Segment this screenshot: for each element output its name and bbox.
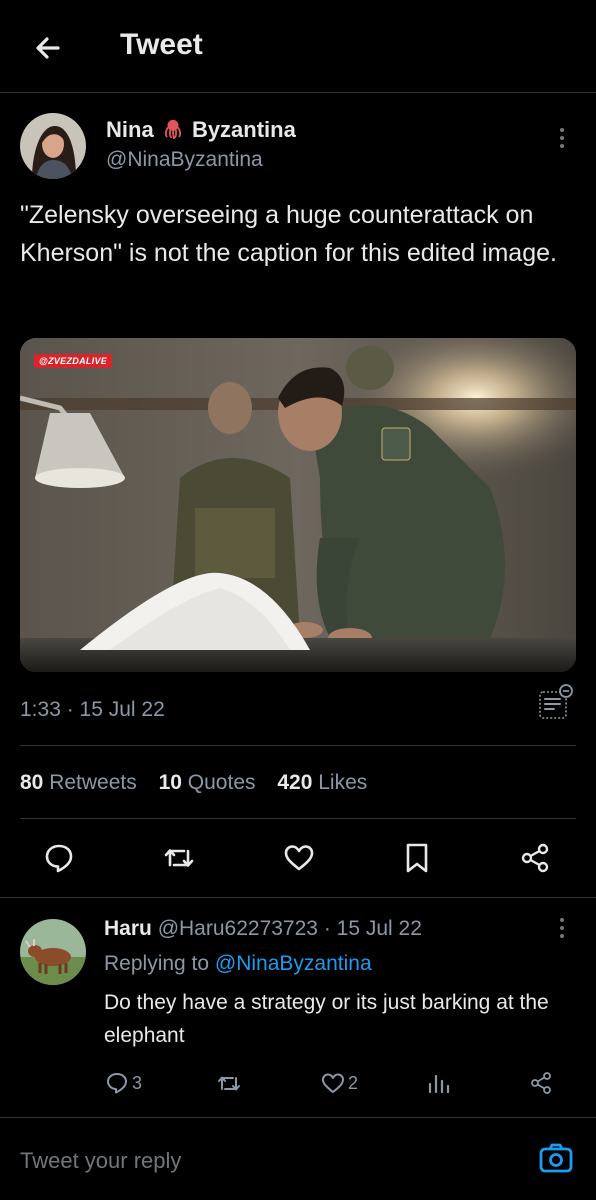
- like-icon: [322, 1073, 344, 1093]
- reply-more-options-icon[interactable]: [552, 914, 572, 944]
- camera-icon[interactable]: [538, 1140, 574, 1176]
- engagement-stats: 80 Retweets 10 Quotes 420 Likes: [20, 771, 383, 795]
- retweet-icon[interactable]: [162, 841, 196, 875]
- author-first-name: Nina: [106, 117, 154, 142]
- divider: [20, 818, 576, 819]
- reply-author-handle[interactable]: @Haru62273723: [158, 917, 318, 940]
- retweets-count: 80: [20, 771, 44, 794]
- reply-analytics-button[interactable]: [426, 1068, 452, 1098]
- quotes-stat[interactable]: 10 Quotes: [159, 771, 256, 794]
- divider: [0, 897, 596, 898]
- author-name[interactable]: Nina Byzantina: [106, 117, 296, 143]
- reply-reply-button[interactable]: 3: [104, 1068, 142, 1098]
- author-avatar[interactable]: [20, 113, 86, 179]
- tweet-text: "Zelensky overseeing a huge counterattac…: [20, 201, 557, 267]
- retweet-icon: [218, 1076, 240, 1091]
- quotes-count: 10: [158, 771, 182, 794]
- reply-author-name[interactable]: Haru: [104, 917, 152, 940]
- reply-header: Haru @Haru62273723 · 15 Jul 22: [104, 917, 422, 941]
- reply-like-button[interactable]: 2: [320, 1068, 358, 1098]
- replying-label: Replying to: [104, 952, 210, 975]
- view-analytics-icon[interactable]: [536, 682, 576, 722]
- top-app-bar: Tweet: [0, 0, 596, 93]
- tweet-image[interactable]: @ZVEZDALIVE: [20, 338, 576, 672]
- tweet-timestamp[interactable]: 1:33 · 15 Jul 22: [20, 698, 165, 722]
- reply-date[interactable]: · 15 Jul 22: [324, 917, 422, 940]
- reply-author-avatar[interactable]: [20, 919, 86, 985]
- share-icon: [531, 1072, 551, 1094]
- author-handle[interactable]: @NinaByzantina: [106, 148, 263, 172]
- like-icon[interactable]: [282, 841, 316, 875]
- media-watermark: @ZVEZDALIVE: [34, 354, 113, 368]
- replying-to-mention[interactable]: @NinaByzantina: [215, 952, 372, 975]
- divider: [20, 745, 576, 746]
- replying-to: Replying to @NinaByzantina: [104, 952, 372, 976]
- reply-icon[interactable]: [42, 841, 76, 875]
- likes-count: 420: [277, 771, 313, 794]
- analytics-icon: [428, 1074, 450, 1094]
- author-last-name: Byzantina: [191, 117, 296, 142]
- reply-share-button[interactable]: [528, 1068, 554, 1098]
- reply-text: Do they have a strategy or its just bark…: [104, 991, 549, 1047]
- reply-composer-input[interactable]: Tweet your reply: [20, 1148, 181, 1174]
- reply-like-count: 2: [348, 1072, 359, 1093]
- bookmark-icon[interactable]: [400, 841, 434, 875]
- share-icon[interactable]: [518, 841, 552, 875]
- likes-label: Likes: [318, 771, 368, 794]
- reply-icon: [107, 1073, 127, 1094]
- reply-reply-count: 3: [132, 1072, 143, 1093]
- page-title: Tweet: [120, 28, 203, 61]
- quotes-label: Quotes: [187, 771, 256, 794]
- divider: [0, 1117, 596, 1118]
- reply-retweet-button[interactable]: [216, 1068, 242, 1098]
- octopus-emoji-icon: [160, 117, 186, 143]
- likes-stat[interactable]: 420 Likes: [277, 771, 367, 794]
- more-options-icon[interactable]: [552, 124, 572, 154]
- back-arrow-icon[interactable]: [28, 28, 68, 68]
- retweets-stat[interactable]: 80 Retweets: [20, 771, 137, 794]
- retweets-label: Retweets: [49, 771, 137, 794]
